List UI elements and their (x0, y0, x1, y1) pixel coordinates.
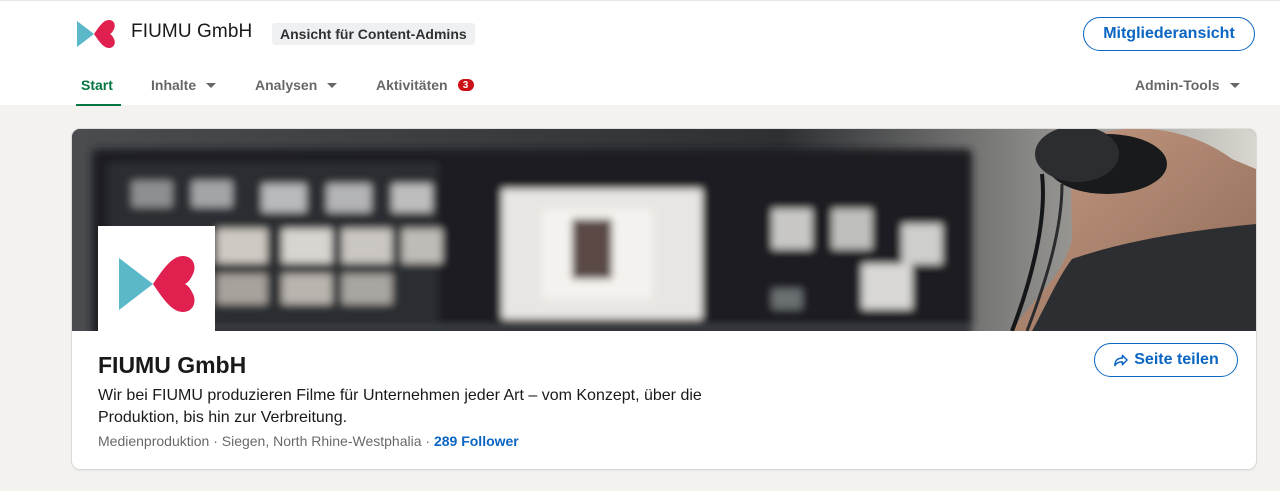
share-button-label: Seite teilen (1134, 351, 1219, 368)
industry: Medienproduktion (98, 433, 210, 449)
tab-start-label: Start (81, 77, 113, 93)
cover-image (72, 129, 1256, 331)
notification-badge: 3 (456, 78, 475, 92)
company-name: FIUMU GmbH (98, 352, 247, 378)
fiumu-logo-icon (119, 256, 195, 312)
share-page-button[interactable]: Seite teilen (1094, 343, 1238, 377)
admin-nav: Start Inhalte Analysen Aktivitäten 3 Adm… (0, 67, 1280, 106)
fiumu-logo-icon[interactable] (76, 17, 116, 51)
admin-header: FIUMU GmbH Ansicht für Content-Admins Mi… (0, 0, 1280, 106)
meta-separator: · (213, 433, 218, 449)
tab-analysen-label: Analysen (255, 77, 318, 93)
location: Siegen, North Rhine-Westphalia (221, 433, 422, 449)
company-logo[interactable] (98, 226, 215, 343)
meta-separator: · (425, 433, 431, 449)
tab-inhalte-label: Inhalte (151, 77, 197, 93)
header-company-name[interactable]: FIUMU GmbH (131, 21, 252, 43)
chevron-down-icon (206, 83, 217, 88)
tab-aktivitaeten[interactable]: Aktivitäten 3 (376, 77, 475, 106)
company-tagline: Wir bei FIUMU produzieren Filme für Unte… (98, 387, 702, 426)
chevron-down-icon (1229, 83, 1240, 88)
admin-tools-label: Admin-Tools (1135, 77, 1220, 93)
tab-inhalte[interactable]: Inhalte (151, 77, 217, 106)
company-profile-card: FIUMU GmbH Wir bei FIUMU produzieren Fil… (72, 129, 1256, 469)
company-meta: Medienproduktion · Siegen, North Rhine-W… (98, 433, 519, 449)
admin-view-badge: Ansicht für Content-Admins (272, 23, 475, 45)
member-view-button[interactable]: Mitgliederansicht (1083, 17, 1255, 51)
chevron-down-icon (327, 83, 338, 88)
tab-start[interactable]: Start (76, 77, 121, 106)
tab-aktivitaeten-label: Aktivitäten (376, 77, 448, 93)
admin-tools-menu[interactable]: Admin-Tools (1135, 77, 1240, 106)
tab-analysen[interactable]: Analysen (255, 77, 338, 106)
share-arrow-icon (1114, 354, 1129, 367)
cover-photo-illustration (72, 129, 1256, 331)
followers-link[interactable]: 289 Follower (434, 433, 519, 449)
